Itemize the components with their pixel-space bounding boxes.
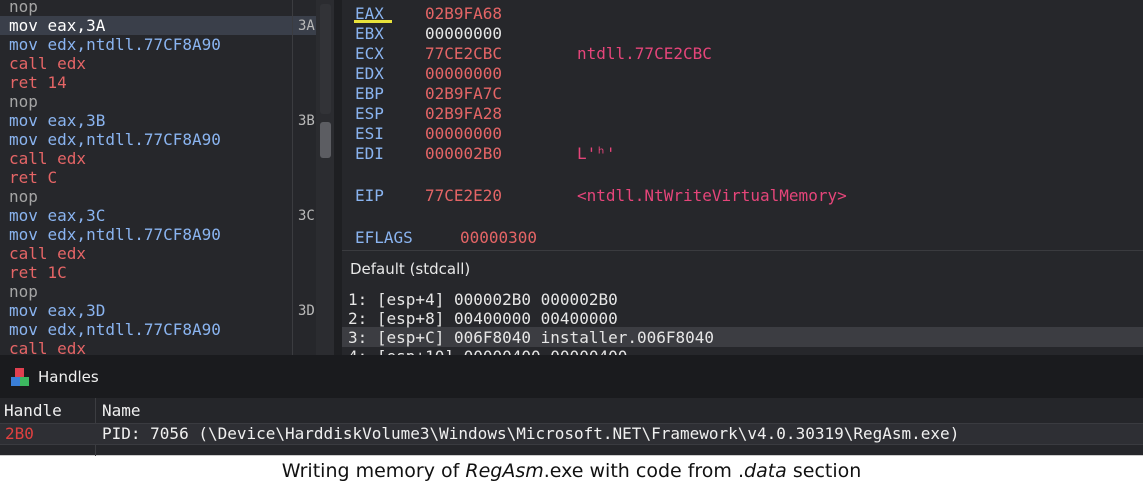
handles-tab-header[interactable]: Handles: [0, 355, 1143, 398]
instruction-line[interactable]: nop: [9, 282, 38, 301]
instruction-line[interactable]: mov eax,3C: [9, 206, 105, 225]
stack-argument[interactable]: 2: [esp+8] 00400000 00400000: [348, 309, 618, 328]
handle-value[interactable]: 2B0: [5, 424, 34, 443]
instruction-line[interactable]: ret 1C: [9, 263, 67, 282]
register-value[interactable]: 00000000: [425, 64, 502, 83]
instruction-line[interactable]: mov edx,ntdll.77CF8A90: [9, 225, 221, 244]
calling-convention-label[interactable]: Default (stdcall): [350, 260, 470, 278]
register-name[interactable]: EDI: [355, 144, 384, 163]
register-value[interactable]: 77CE2E20: [425, 186, 502, 205]
instruction-line[interactable]: mov edx,ntdll.77CF8A90: [9, 35, 221, 54]
column-header-handle[interactable]: Handle: [4, 401, 62, 420]
register-value[interactable]: 02B9FA68: [425, 4, 502, 23]
scrollbar-track: [320, 4, 331, 114]
instruction-line[interactable]: mov edx,ntdll.77CF8A90: [9, 320, 221, 339]
instruction-comment: 3B: [298, 113, 315, 129]
instruction-line[interactable]: mov eax,3B: [9, 111, 105, 130]
register-name[interactable]: EFLAGS: [355, 228, 413, 247]
register-comment: L'ʰ': [577, 144, 616, 163]
column-header-name[interactable]: Name: [102, 401, 141, 420]
stack-argument[interactable]: 4: [esp+10] 00000400 00000400: [348, 347, 627, 355]
instruction-comment: 3C: [298, 208, 315, 224]
caption-text: Writing memory of: [281, 460, 466, 482]
register-value[interactable]: 00000300: [460, 228, 537, 247]
instruction-line[interactable]: nop: [9, 0, 38, 16]
register-name[interactable]: EDX: [355, 64, 384, 83]
register-name[interactable]: ECX: [355, 44, 384, 63]
register-name[interactable]: ESI: [355, 124, 384, 143]
caption-italic: data: [744, 460, 787, 482]
call-arguments-panel[interactable]: Default (stdcall) 1: [esp+4] 000002B0 00…: [342, 250, 1143, 355]
instruction-line[interactable]: mov edx,ntdll.77CF8A90: [9, 130, 221, 149]
handles-table[interactable]: Handle Name 2B0 PID: 7056 (\Device\Hardd…: [0, 398, 1143, 456]
instruction-line[interactable]: call edx: [9, 54, 86, 73]
caption-italic: RegAsm: [465, 460, 544, 482]
caption-text: .exe with code from .: [543, 460, 745, 482]
instruction-line[interactable]: call edx: [9, 244, 86, 263]
scrollbar-thumb[interactable]: [320, 122, 331, 158]
register-value[interactable]: 77CE2CBC: [425, 44, 502, 63]
disassembly-panel[interactable]: nop mov eax,3A mov edx,ntdll.77CF8A90 ca…: [0, 0, 316, 355]
panel-divider[interactable]: [334, 0, 342, 355]
instruction-comment: 3A: [298, 18, 315, 34]
instruction-line[interactable]: nop: [9, 187, 38, 206]
handle-name[interactable]: PID: 7056 (\Device\HarddiskVolume3\Windo…: [102, 424, 959, 443]
instruction-line[interactable]: mov eax,3A: [9, 16, 105, 35]
register-value[interactable]: 02B9FA7C: [425, 84, 502, 103]
stack-argument[interactable]: 1: [esp+4] 000002B0 000002B0: [348, 290, 618, 309]
register-comment: <ntdll.NtWriteVirtualMemory>: [577, 186, 847, 205]
figure-caption: Writing memory of RegAsm.exe with code f…: [0, 460, 1143, 482]
register-name[interactable]: ESP: [355, 104, 384, 123]
register-comment: ntdll.77CE2CBC: [577, 44, 712, 63]
caption-text: section: [786, 460, 862, 482]
register-name[interactable]: EBP: [355, 84, 384, 103]
register-value[interactable]: 02B9FA28: [425, 104, 502, 123]
comment-column-separator: [292, 0, 293, 355]
registers-panel[interactable]: EAX 02B9FA68 EBX 00000000 ECX 77CE2CBC n…: [342, 0, 1143, 250]
register-value[interactable]: 00000000: [425, 124, 502, 143]
instruction-line[interactable]: ret C: [9, 168, 57, 187]
stack-argument[interactable]: 3: [esp+C] 006F8040 installer.006F8040: [348, 328, 714, 347]
handles-icon: [11, 368, 29, 386]
handles-title: Handles: [38, 368, 99, 386]
instruction-comment: 3D: [298, 303, 315, 319]
register-name[interactable]: EIP: [355, 186, 384, 205]
instruction-line[interactable]: ret 14: [9, 73, 67, 92]
instruction-line[interactable]: mov eax,3D: [9, 301, 105, 320]
instruction-line[interactable]: nop: [9, 92, 38, 111]
register-name[interactable]: EBX: [355, 24, 384, 43]
register-value[interactable]: 000002B0: [425, 144, 502, 163]
register-name[interactable]: EAX: [355, 4, 384, 23]
disassembly-scrollbar[interactable]: [316, 0, 334, 355]
register-value[interactable]: 00000000: [425, 24, 502, 43]
instruction-line[interactable]: call edx: [9, 339, 86, 355]
instruction-line[interactable]: call edx: [9, 149, 86, 168]
